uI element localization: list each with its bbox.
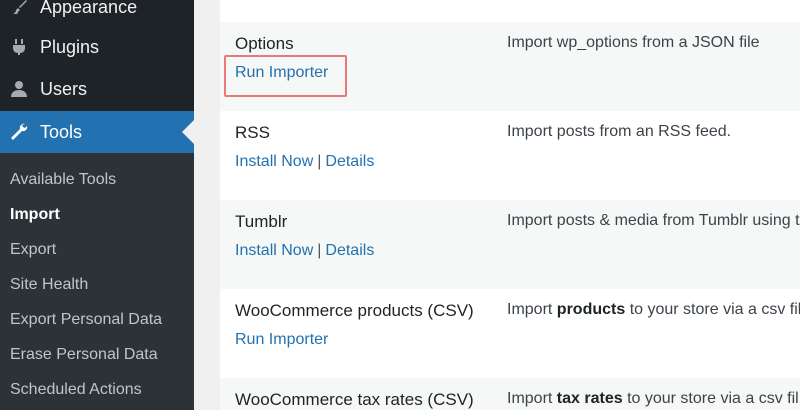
action-separator: | [317,153,322,170]
menu-item-tools[interactable]: Tools [0,111,194,153]
submenu-import[interactable]: Import [10,206,60,224]
menu-label: Users [40,78,88,99]
users-icon [8,78,30,100]
desc-bold: tax rates [556,390,623,407]
active-menu-arrow [182,120,194,144]
importers-table: Options Run Importer Import wp_options f… [220,0,800,410]
details-link[interactable]: Details [325,242,374,259]
importer-row-options: Options Run Importer Import wp_options f… [220,22,800,111]
importer-actions: Install Now | Details [235,153,374,171]
importer-name: RSS [235,123,270,142]
appearance-icon [8,0,30,18]
importer-row-tumblr: Tumblr Install Now | Details Import posts … [220,200,800,289]
submenu-available-tools[interactable]: Available Tools [10,171,116,189]
menu-item-plugins[interactable]: Plugins [0,26,194,68]
menu-item-users[interactable]: Users [0,68,194,110]
install-now-link[interactable]: Install Now [235,242,313,259]
table-row-top [220,0,800,22]
importer-row-rss: RSS Install Now | Details Import posts fro… [220,111,800,200]
importer-description: Import posts from an RSS feed. [507,123,732,140]
desc-text: to your store via a csv fil [625,301,800,318]
submenu-export-personal-data[interactable]: Export Personal Data [10,311,162,329]
importer-actions: Install Now | Details [235,242,374,260]
desc-text: Import [507,301,557,318]
importer-name: Tumblr [235,212,288,231]
tools-icon [8,121,30,143]
submenu-scheduled-actions[interactable]: Scheduled Actions [10,381,142,399]
importer-row-woocommerce-tax-rates: WooCommerce tax rates (CSV) Import tax r… [220,378,800,410]
details-link[interactable]: Details [325,153,374,170]
run-importer-link[interactable]: Run Importer [235,64,328,81]
submenu-site-health[interactable]: Site Health [10,276,88,294]
importer-description: Import tax rates to your store via a csv… [507,390,799,408]
importer-name: Options [235,34,294,53]
submenu-erase-personal-data[interactable]: Erase Personal Data [10,346,158,364]
importer-name: WooCommerce products (CSV) [235,301,474,320]
plugins-icon [8,36,30,58]
importer-actions: Run Importer [235,64,328,82]
importer-description: Import products to your store via a csv … [507,301,800,319]
importer-description: Import posts & media from Tumblr using t [507,212,800,229]
desc-text: to your store via a csv fil [622,390,799,407]
menu-label: Plugins [40,36,100,57]
submenu-export[interactable]: Export [10,241,56,259]
admin-sidebar: Appearance Plugins Users Tools Available… [0,0,194,410]
tools-submenu: Available Tools Import Export Site Healt… [0,153,194,410]
importer-actions: Run Importer [235,331,328,349]
importer-name: WooCommerce tax rates (CSV) [235,390,474,409]
menu-item-appearance[interactable]: Appearance [0,0,194,28]
menu-label: Tools [40,121,83,142]
menu-label: Appearance [40,0,138,17]
importer-description: Import wp_options from a JSON file [507,34,760,51]
action-separator: | [317,242,322,259]
desc-bold: products [556,301,626,318]
install-now-link[interactable]: Install Now [235,153,313,170]
run-importer-link[interactable]: Run Importer [235,331,328,348]
importer-row-woocommerce-products: WooCommerce products (CSV) Run Importer … [220,289,800,378]
desc-text: Import [507,390,557,407]
